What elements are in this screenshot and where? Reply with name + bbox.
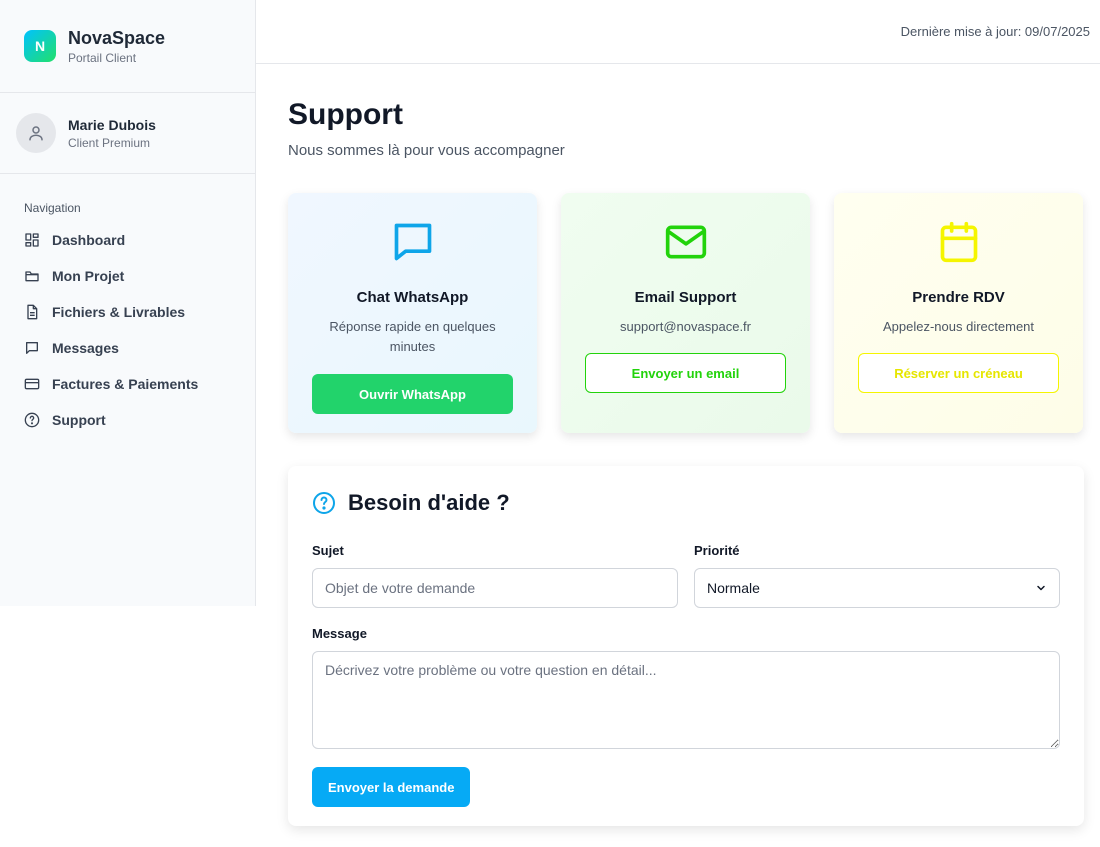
user-name: Marie Dubois — [68, 116, 156, 133]
help-form: Besoin d'aide ? Sujet Priorité Normale M… — [288, 466, 1084, 826]
sidebar-item-label: Fichiers & Livrables — [52, 304, 186, 320]
card-description: support@novaspace.fr — [620, 319, 751, 334]
sidebar-item-support[interactable]: Support — [0, 402, 255, 438]
topbar: Dernière mise à jour: 09/07/2025 — [256, 0, 1100, 64]
form-title: Besoin d'aide ? — [348, 490, 510, 515]
book-slot-button[interactable]: Réserver un créneau — [858, 353, 1059, 393]
sidebar-item-dashboard[interactable]: Dashboard — [0, 222, 255, 258]
brand-subtitle: Portail Client — [68, 51, 137, 65]
page-title: Support — [288, 98, 403, 131]
submit-request-button[interactable]: Envoyer la demande — [312, 767, 471, 807]
nav-list: Dashboard Mon Projet Fichiers & Livrable… — [0, 222, 255, 438]
appointment-card: Prendre RDV Appelez-nous directement Rés… — [834, 193, 1083, 433]
mail-icon — [665, 225, 706, 259]
subject-label: Sujet — [312, 543, 344, 558]
email-card: Email Support support@novaspace.fr Envoy… — [561, 193, 810, 433]
help-circle-icon — [313, 492, 335, 514]
sidebar-item-label: Mon Projet — [52, 268, 125, 284]
page-subtitle: Nous sommes là pour vous accompagner — [288, 142, 565, 159]
whatsapp-card: Chat WhatsApp Réponse rapide en quelques… — [288, 193, 537, 433]
help-circle-icon — [24, 412, 40, 428]
priority-select[interactable]: Normale — [694, 568, 1060, 608]
sidebar-item-factures[interactable]: Factures & Paiements — [0, 366, 255, 402]
brand-name: NovaSpace — [68, 28, 166, 48]
user-role: Client Premium — [68, 135, 151, 150]
message-icon — [26, 342, 38, 354]
message-textarea[interactable] — [312, 651, 1060, 749]
user-profile[interactable]: Marie Dubois Client Premium — [0, 93, 255, 174]
card-title: Email Support — [634, 289, 737, 306]
sidebar-item-label: Messages — [52, 340, 119, 356]
priority-value: Normale — [707, 580, 760, 596]
sidebar-item-fichiers[interactable]: Fichiers & Livrables — [0, 294, 255, 330]
priority-label: Priorité — [694, 543, 740, 558]
sidebar: N NovaSpace Portail Client Marie Dubois … — [0, 0, 256, 606]
brand-logo: N — [24, 30, 56, 62]
main-content: Support Nous sommes là pour vous accompa… — [288, 64, 1084, 826]
card-description: Réponse rapide en quelques minutes — [329, 319, 496, 354]
brand: N NovaSpace Portail Client — [0, 0, 255, 93]
sidebar-item-messages[interactable]: Messages — [0, 330, 255, 366]
nav-title: Navigation — [24, 201, 81, 215]
sidebar-item-label: Support — [52, 412, 106, 428]
file-icon — [27, 304, 38, 320]
last-update-text: Dernière mise à jour: 09/07/2025 — [900, 24, 1090, 39]
card-title: Prendre RDV — [912, 289, 1005, 306]
chevron-down-icon — [1037, 585, 1045, 591]
chat-icon — [394, 223, 431, 261]
open-whatsapp-button[interactable]: Ouvrir WhatsApp — [312, 374, 513, 414]
message-label: Message — [312, 626, 367, 641]
send-email-button[interactable]: Envoyer un email — [585, 353, 786, 393]
folder-icon — [25, 271, 39, 282]
sidebar-item-label: Dashboard — [52, 232, 126, 248]
user-icon — [29, 126, 43, 141]
form-header: Besoin d'aide ? — [312, 490, 1060, 516]
dashboard-icon — [25, 233, 39, 247]
card-title: Chat WhatsApp — [356, 289, 469, 306]
credit-card-icon — [24, 378, 40, 390]
support-cards: Chat WhatsApp Réponse rapide en quelques… — [288, 193, 1084, 433]
avatar — [16, 113, 56, 153]
sidebar-item-label: Factures & Paiements — [52, 376, 199, 392]
sidebar-item-mon-projet[interactable]: Mon Projet — [0, 258, 255, 294]
subject-input[interactable] — [312, 568, 678, 608]
calendar-icon — [940, 221, 977, 263]
card-description: Appelez-nous directement — [882, 319, 1035, 334]
